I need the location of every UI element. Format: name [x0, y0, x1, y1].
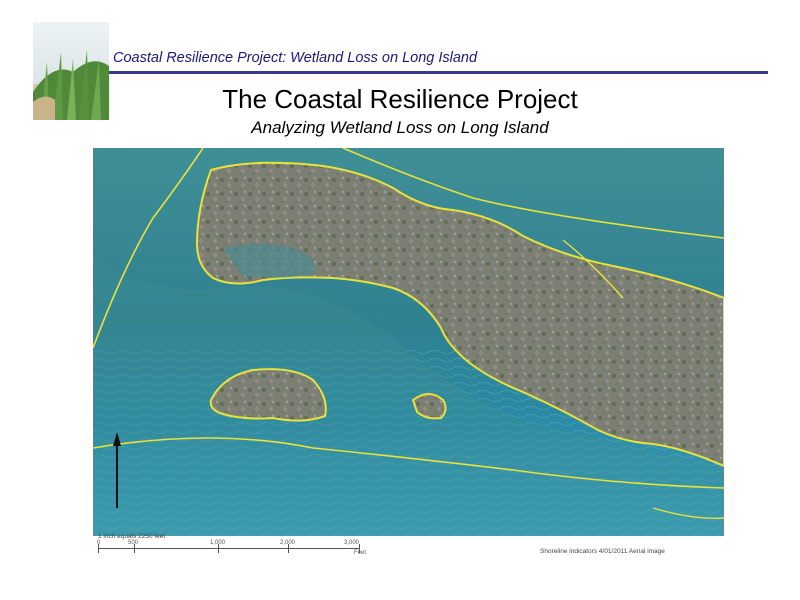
scale-bar-line — [98, 548, 360, 549]
aerial-map-image — [93, 148, 724, 536]
page-subtitle: Analyzing Wetland Loss on Long Island — [251, 118, 549, 137]
scale-unit: Feet — [354, 550, 367, 556]
scale-label: 2,000 — [280, 540, 296, 546]
scale-bar: 0 500 1,000 2,000 3,000 Feet — [97, 540, 368, 558]
scale-label: 500 — [128, 540, 139, 546]
page-title: The Coastal Resilience Project — [222, 84, 578, 114]
header-divider — [109, 71, 768, 74]
running-title: Coastal Resilience Project: Wetland Loss… — [113, 50, 478, 66]
scale-label: 1,000 — [210, 540, 226, 546]
scale-caption: 1 inch equals 2250 feet — [98, 533, 166, 540]
scale-label: 0 — [97, 540, 101, 546]
scale-label: 3,000 — [344, 540, 360, 546]
source-caption: Shoreline indicators 4/01/2011 Aerial im… — [540, 548, 665, 555]
